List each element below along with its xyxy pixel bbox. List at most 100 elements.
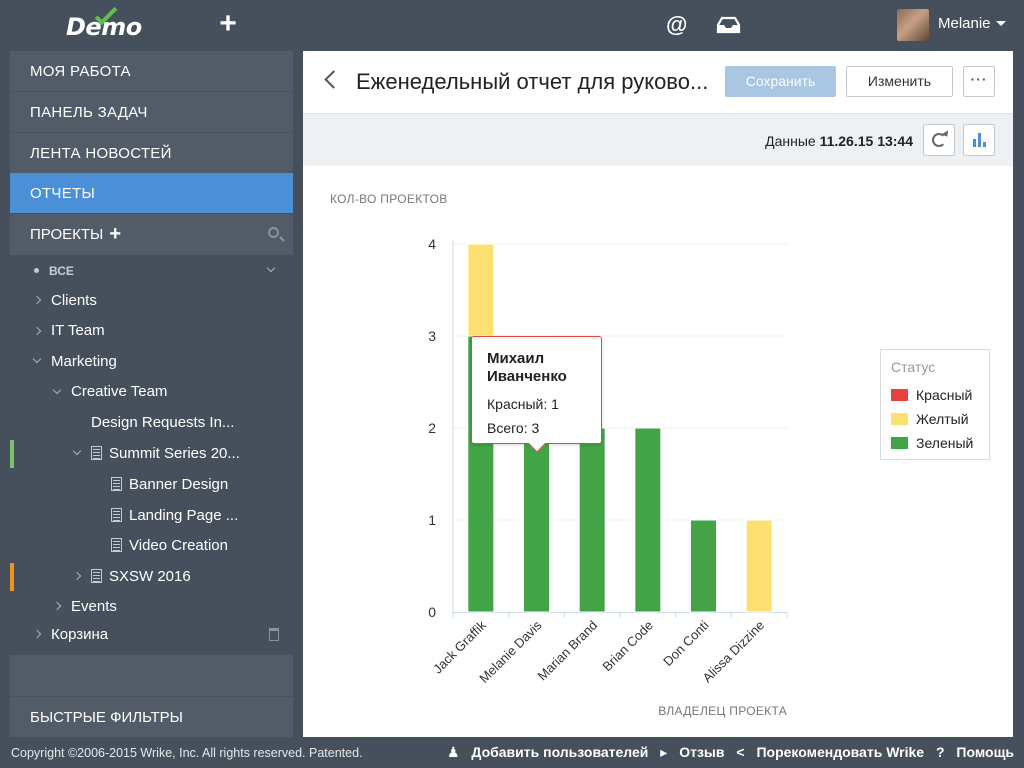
tree-item-events[interactable]: Events: [71, 593, 117, 621]
legend-swatch: [891, 389, 908, 401]
nav-news-feed[interactable]: ЛЕНТА НОВОСТЕЙ: [10, 133, 293, 174]
chevron-right-icon[interactable]: [32, 629, 42, 639]
tree-item-label: Landing Page ...: [129, 507, 239, 524]
legend-swatch: [891, 413, 908, 425]
tree-item-label: Summit Series 20...: [109, 445, 240, 462]
tree-item-landing-page[interactable]: Landing Page ...: [111, 502, 238, 530]
nav-task-board[interactable]: ПАНЕЛЬ ЗАДАЧ: [10, 92, 293, 133]
top-bar: Demo + @ Melanie: [0, 0, 1024, 51]
y-tick-label: 0: [428, 604, 436, 620]
tree-item-trash[interactable]: Корзина: [51, 621, 108, 649]
chart-type-button[interactable]: [963, 124, 995, 156]
bar-segment[interactable]: [690, 519, 717, 613]
quick-filters[interactable]: БЫСТРЫЕ ФИЛЬТРЫ: [10, 696, 293, 737]
x-tick-label: Jack Graffik: [430, 617, 489, 676]
bar-chart-icon: [973, 139, 976, 147]
chevron-right-icon[interactable]: [52, 601, 62, 611]
project-color-marker: [10, 563, 14, 591]
legend-item-green[interactable]: Зеленый: [891, 431, 979, 455]
feedback-label: Отзыв: [679, 744, 725, 760]
add-users-link[interactable]: ♟ Добавить пользователей: [447, 744, 648, 760]
x-axis-label: ВЛАДЕЛЕЦ ПРОЕКТА: [658, 704, 787, 718]
inbox-icon[interactable]: [716, 16, 741, 34]
refresh-button[interactable]: [923, 124, 955, 156]
sidebar: МОЯ РАБОТА ПАНЕЛЬ ЗАДАЧ ЛЕНТА НОВОСТЕЙ О…: [10, 51, 293, 737]
x-tick-label: Don Conti: [660, 617, 712, 669]
bar-segment[interactable]: [467, 243, 495, 337]
back-arrow-icon[interactable]: [324, 70, 343, 89]
project-icon: [91, 446, 102, 460]
trash-icon[interactable]: [269, 628, 279, 641]
mentions-icon[interactable]: @: [666, 12, 687, 38]
report-title: Еженедельный отчет для руково...: [356, 69, 709, 94]
footer: Copyright ©2006-2015 Wrike, Inc. All rig…: [0, 737, 1024, 768]
chevron-down-icon[interactable]: [52, 385, 62, 395]
tree-item-label: Video Creation: [129, 537, 228, 554]
project-tree: ВСЕ Clients IT Team Marketing Creative T…: [10, 255, 293, 655]
chevron-down-icon[interactable]: [266, 263, 276, 273]
bullet-icon: [34, 268, 39, 273]
tree-item-marketing[interactable]: Marketing: [51, 348, 117, 376]
projects-header[interactable]: ПРОЕКТЫ +: [10, 214, 293, 255]
tree-item-summit-series[interactable]: Summit Series 20...: [91, 440, 240, 468]
save-button[interactable]: Сохранить: [725, 66, 836, 97]
help-label: Помощь: [956, 744, 1014, 760]
tree-item-banner-design[interactable]: Banner Design: [111, 471, 228, 499]
chart-tooltip: Михаил Иванченко Красный: 1 Всего: 3: [471, 336, 602, 453]
user-name[interactable]: Melanie: [938, 15, 991, 32]
nav-my-work[interactable]: МОЯ РАБОТА: [10, 51, 293, 92]
tree-item-label: SXSW 2016: [109, 568, 191, 585]
chevron-down-icon[interactable]: [72, 446, 82, 456]
bar-chart-icon: [983, 142, 986, 147]
tooltip-red-count: Красный: 1: [487, 396, 559, 412]
tree-item-video-creation[interactable]: Video Creation: [111, 532, 228, 560]
bar-segment[interactable]: [578, 427, 606, 613]
chart-legend: Статус Красный Желтый Зеленый: [880, 349, 990, 460]
add-users-label: Добавить пользователей: [471, 744, 649, 760]
x-tick-label: Brian Code: [599, 618, 656, 675]
y-tick-label: 3: [428, 328, 436, 344]
legend-label: Зеленый: [916, 435, 974, 451]
tree-item-clients[interactable]: Clients: [51, 287, 97, 315]
more-button[interactable]: ···: [963, 66, 995, 97]
legend-item-red[interactable]: Красный: [891, 383, 979, 407]
copyright: Copyright ©2006-2015 Wrike, Inc. All rig…: [11, 746, 363, 760]
chevron-right-icon[interactable]: [32, 295, 42, 305]
recommend-label: Порекомендовать Wrike: [756, 744, 925, 760]
add-project-icon[interactable]: +: [109, 214, 121, 255]
tooltip-name-line1: Михаил: [487, 350, 545, 367]
y-axis-label: КОЛ-ВО ПРОЕКТОВ: [330, 192, 448, 206]
chart-area: КОЛ-ВО ПРОЕКТОВ ВЛАДЕЛЕЦ ПРОЕКТА 0 1 2 3 4 J…: [303, 166, 1013, 737]
legend-item-yellow[interactable]: Желтый: [891, 407, 979, 431]
search-icon[interactable]: [268, 227, 279, 238]
bar-segment[interactable]: [745, 519, 773, 613]
tree-all[interactable]: ВСЕ: [34, 257, 74, 285]
tree-item-design-requests[interactable]: Design Requests In...: [91, 409, 234, 437]
chevron-right-icon[interactable]: [72, 571, 82, 581]
project-icon: [111, 538, 122, 552]
feedback-link[interactable]: ▸ Отзыв: [660, 744, 724, 760]
footer-links: ♟ Добавить пользователей ▸ Отзыв < Порек…: [439, 744, 1014, 761]
create-new-button[interactable]: +: [215, 9, 241, 39]
legend-label: Желтый: [916, 411, 969, 427]
tree-item-it-team[interactable]: IT Team: [51, 317, 105, 345]
refresh-arrow-icon: [941, 130, 951, 139]
edit-button[interactable]: Изменить: [846, 66, 953, 97]
data-timestamp-value: 11.26.15 13:44: [819, 133, 913, 149]
bar-chart-icon: [978, 133, 981, 147]
y-tick-label: 4: [428, 236, 436, 252]
tree-item-creative-team[interactable]: Creative Team: [71, 378, 167, 406]
help-link[interactable]: ? Помощь: [936, 744, 1014, 760]
chevron-down-icon[interactable]: [996, 21, 1006, 26]
nav-reports[interactable]: ОТЧЕТЫ: [10, 173, 293, 214]
chevron-right-icon[interactable]: [32, 326, 42, 336]
tree-item-sxsw[interactable]: SXSW 2016: [91, 563, 191, 591]
legend-label: Красный: [916, 387, 973, 403]
chevron-down-icon[interactable]: [32, 354, 42, 364]
data-prefix: Данные: [765, 133, 816, 149]
avatar[interactable]: [897, 9, 929, 41]
bar-segment[interactable]: [523, 427, 550, 613]
recommend-link[interactable]: < Порекомендовать Wrike: [736, 744, 924, 760]
bar-segment[interactable]: [634, 427, 662, 613]
legend-title: Статус: [891, 359, 936, 375]
